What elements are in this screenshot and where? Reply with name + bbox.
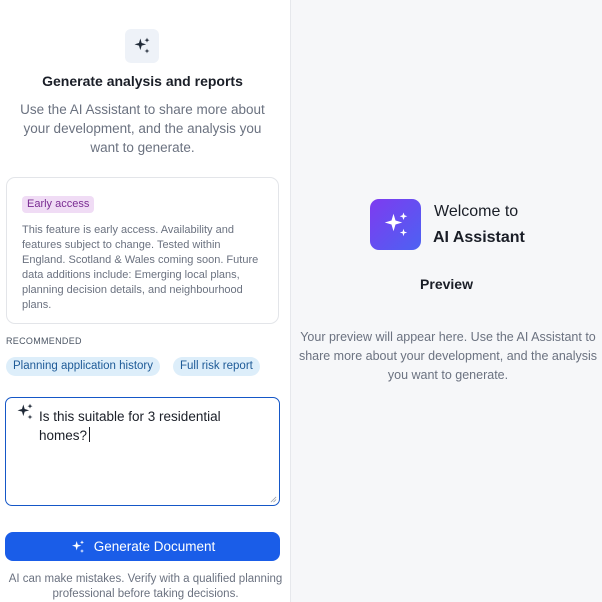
sparkle-icon — [15, 402, 35, 427]
early-access-notice: Early access This feature is early acces… — [6, 177, 279, 324]
recommended-label: RECOMMENDED — [6, 336, 82, 346]
hero-title: Generate analysis and reports — [42, 73, 243, 89]
prompt-value[interactable]: Is this suitable for 3 residential homes… — [39, 409, 221, 443]
preview-description: Your preview will appear here. Use the A… — [298, 330, 598, 382]
chip-full-risk-report[interactable]: Full risk report — [173, 357, 260, 376]
ai-assistant-logo — [370, 199, 421, 250]
notice-text: This feature is early access. Availabili… — [22, 224, 259, 311]
sparkle-icon — [71, 539, 84, 553]
text-caret — [89, 427, 91, 442]
generate-document-button[interactable]: Generate Document — [5, 532, 280, 561]
left-panel: Generate analysis and reports Use the AI… — [0, 0, 291, 602]
ai-disclaimer: AI can make mistakes. Verify with a qual… — [8, 573, 283, 600]
prompt-text-wrap[interactable]: Is this suitable for 3 residential homes… — [39, 407, 259, 445]
early-access-badge: Early access — [22, 196, 95, 213]
chip-planning-application-history[interactable]: Planning application history — [6, 357, 161, 376]
sparkle-icon — [125, 29, 159, 63]
resize-handle-icon[interactable] — [270, 496, 277, 503]
prompt-input[interactable]: Is this suitable for 3 residential homes… — [5, 397, 280, 506]
preview-panel — [291, 0, 602, 602]
assistant-name: AI Assistant — [433, 229, 525, 246]
preview-title: Preview — [420, 276, 473, 292]
welcome-text: Welcome to — [434, 203, 519, 220]
hero-description: Use the AI Assistant to share more about… — [20, 102, 265, 155]
generate-document-label: Generate Document — [93, 539, 216, 554]
sparkle-icon — [384, 212, 407, 236]
